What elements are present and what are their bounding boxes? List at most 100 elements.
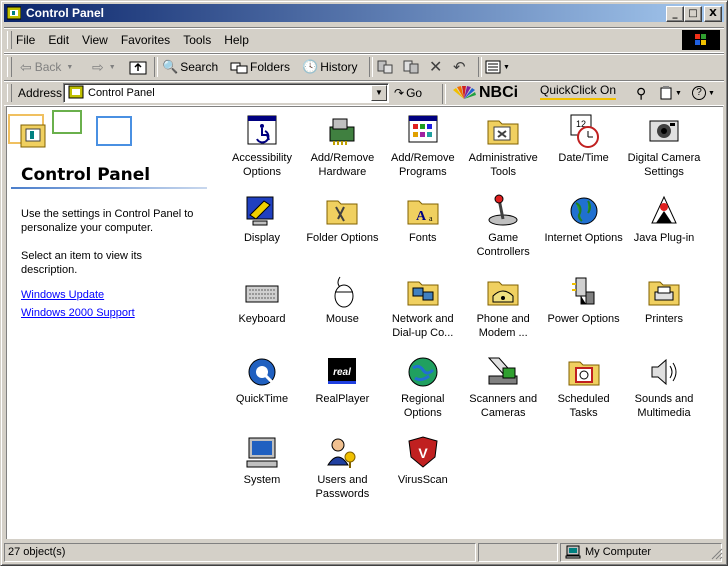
windows-update-link[interactable]: Windows Update <box>21 289 104 301</box>
menu-help[interactable]: Help <box>224 33 249 47</box>
delete-button[interactable]: ✕ <box>429 58 442 76</box>
magnifier-icon: ⚲ <box>636 84 647 101</box>
forward-button[interactable]: ⇨ ▼ <box>92 58 116 76</box>
control-panel-item-label: Digital Camera Settings <box>627 152 701 178</box>
menu-file[interactable]: File <box>16 33 35 47</box>
programs-icon <box>405 113 441 149</box>
control-panel-item-users[interactable]: Users and Passwords <box>301 435 383 501</box>
nbci-toolbar-button[interactable]: NBCi <box>451 84 518 102</box>
status-zone-label: My Computer <box>585 546 652 558</box>
control-panel-item-label: Printers <box>645 312 683 325</box>
control-panel-item-network[interactable]: Network and Dial-up Co... <box>382 274 464 340</box>
folders-button[interactable]: Folders <box>230 58 290 76</box>
control-panel-item-scheduled-tasks[interactable]: Scheduled Tasks <box>543 354 625 420</box>
menu-favorites[interactable]: Favorites <box>121 33 170 47</box>
menu-view[interactable]: View <box>82 33 108 47</box>
control-panel-item-datetime[interactable]: 12 Date/Time <box>543 113 625 165</box>
history-button[interactable]: 🕓 History <box>302 58 358 76</box>
control-panel-item-label: Folder Options <box>306 232 379 245</box>
nbci-label: NBCi <box>479 84 519 101</box>
sidebar-hint: Select an item to view its description. <box>21 250 143 276</box>
sidebar-title: Control Panel <box>21 165 151 185</box>
copy-to-button[interactable] <box>402 58 420 76</box>
control-panel-item-regional-globe[interactable]: Regional Options <box>382 354 464 420</box>
status-bar: 27 object(s) My Computer <box>4 542 724 562</box>
control-panel-item-camera[interactable]: Digital Camera Settings <box>623 113 705 179</box>
resize-grip-icon[interactable] <box>711 548 723 560</box>
menu-edit[interactable]: Edit <box>48 33 69 47</box>
go-arrow-icon: ↷ <box>394 86 405 100</box>
control-panel-item-label: Keyboard <box>238 312 286 325</box>
maximize-button[interactable]: □ <box>684 6 702 22</box>
help-dropdown-icon: ▼ <box>708 89 715 97</box>
control-panel-item-keyboard[interactable]: Keyboard <box>221 274 303 326</box>
up-button[interactable] <box>129 58 147 76</box>
control-panel-item-joystick[interactable]: Game Controllers <box>462 193 544 259</box>
move-to-button[interactable] <box>376 58 394 76</box>
control-panel-item-scanner[interactable]: Scanners and Cameras <box>462 354 544 420</box>
address-grip[interactable] <box>7 84 12 102</box>
control-panel-item-globe[interactable]: Internet Options <box>543 193 625 245</box>
control-panel-item-hardware[interactable]: Add/Remove Hardware <box>301 113 383 179</box>
search-button[interactable]: 🔍 Search <box>162 58 218 76</box>
views-button[interactable]: ▼ <box>485 58 510 76</box>
quicktime-icon <box>244 354 280 390</box>
quickclick-button[interactable]: QuickClick On <box>540 82 617 100</box>
speaker-icon <box>646 354 682 390</box>
address-dropdown-button[interactable]: ▼ <box>371 85 387 101</box>
control-panel-item-label: Administrative Tools <box>468 152 538 178</box>
control-panel-app-icon <box>7 6 21 20</box>
admin-tools-icon <box>485 113 521 149</box>
control-panel-item-display[interactable]: Display <box>221 193 303 245</box>
control-panel-item-admin-tools[interactable]: Administrative Tools <box>462 113 544 179</box>
minimize-button[interactable]: _ <box>666 6 684 22</box>
undo-icon: ↶ <box>453 59 466 76</box>
svg-text:V: V <box>418 445 428 461</box>
menu-grip[interactable] <box>7 31 12 49</box>
undo-button[interactable]: ↶ <box>453 58 466 76</box>
control-panel-item-computer[interactable]: System <box>221 435 303 487</box>
go-button[interactable]: ↷ Go <box>394 84 422 102</box>
control-panel-item-printers[interactable]: Printers <box>623 274 705 326</box>
back-label: Back <box>34 60 62 74</box>
control-panel-item-java[interactable]: Java Plug-in <box>623 193 705 245</box>
control-panel-item-folder-options[interactable]: Folder Options <box>301 193 383 245</box>
standard-toolbar: ⇦ Back ▼ ⇨ ▼ 🔍 Search Folders 🕓 History … <box>4 53 724 81</box>
search-label: Search <box>180 60 219 74</box>
windows-2000-support-link[interactable]: Windows 2000 Support <box>21 307 135 319</box>
control-panel-item-accessibility[interactable]: Accessibility Options <box>221 113 303 179</box>
control-panel-item-virusscan[interactable]: V VirusScan <box>382 435 464 487</box>
control-panel-item-label: Java Plug-in <box>633 232 695 245</box>
users-icon <box>324 435 360 471</box>
close-button[interactable]: X <box>704 6 722 22</box>
nbci-options-button[interactable]: ▼ <box>659 84 682 102</box>
control-panel-item-speaker[interactable]: Sounds and Multimedia <box>623 354 705 420</box>
control-panel-item-fonts[interactable]: Aa Fonts <box>382 193 464 245</box>
nbci-help-button[interactable]: ? ▼ <box>692 84 715 102</box>
svg-text:A: A <box>416 209 427 224</box>
toolbar-separator <box>154 57 158 77</box>
control-panel-item-power[interactable]: Power Options <box>543 274 625 326</box>
control-panel-item-quicktime[interactable]: QuickTime <box>221 354 303 406</box>
printers-icon <box>646 274 682 310</box>
title-bar[interactable]: Control Panel _ □ X <box>4 4 724 22</box>
my-computer-icon <box>565 545 581 559</box>
history-label: History <box>320 60 358 74</box>
control-panel-item-mouse[interactable]: Mouse <box>301 274 383 326</box>
nbci-search-button[interactable]: ⚲ <box>636 84 646 102</box>
search-icon: 🔍 <box>162 59 179 74</box>
address-input[interactable]: Control Panel ▼ <box>63 83 389 103</box>
toolbar-separator-2 <box>369 57 373 77</box>
toolbar-grip[interactable] <box>7 57 12 77</box>
accessibility-icon <box>244 113 280 149</box>
control-panel-item-programs[interactable]: Add/Remove Programs <box>382 113 464 179</box>
clipboard-icon <box>660 86 672 100</box>
menu-tools[interactable]: Tools <box>183 33 211 47</box>
phone-icon <box>485 274 521 310</box>
network-icon <box>405 274 441 310</box>
control-panel-header-graphic <box>8 110 132 148</box>
control-panel-item-realplayer[interactable]: real RealPlayer <box>301 354 383 406</box>
back-button[interactable]: ⇦ Back ▼ <box>20 58 73 76</box>
control-panel-item-phone[interactable]: Phone and Modem ... <box>462 274 544 340</box>
folders-icon <box>230 62 248 74</box>
